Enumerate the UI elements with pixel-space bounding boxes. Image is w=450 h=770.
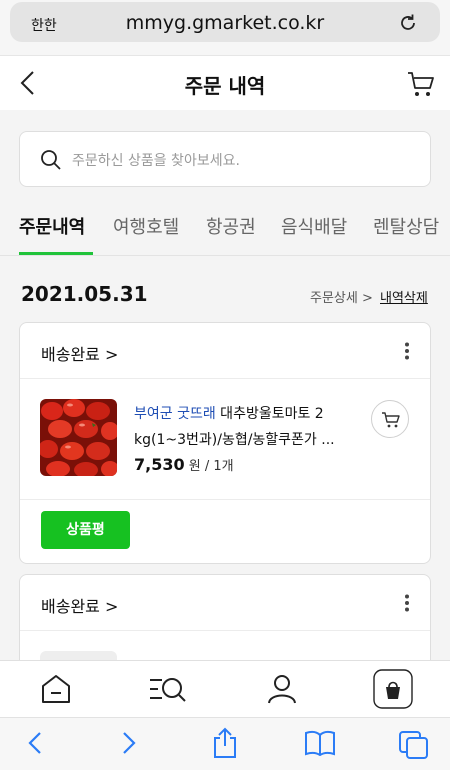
order-category-tabs: 주문내역 여행호텔 항공권 음식배달 렌탈상담 [0,205,450,255]
category-search-icon[interactable] [148,673,188,709]
tab-food-delivery[interactable]: 음식배달 [281,213,347,239]
address-field[interactable]: 한한 mmyg.gmarket.co.kr [10,2,440,42]
seller-name[interactable]: 부여군 굿뜨래 [134,406,216,422]
page-title: 주문 내역 [184,74,266,98]
order-date: 2021.05.31 [21,282,148,306]
order-item-card: 배송완료 > [19,574,431,674]
home-icon[interactable] [39,673,73,709]
search-placeholder[interactable]: 주문하신 상품을 찾아보세요. [72,150,240,170]
order-detail-link[interactable]: 주문상세 > [310,287,373,306]
browser-url-bar: 한한 mmyg.gmarket.co.kr [0,0,450,55]
add-to-cart-button[interactable] [371,400,409,438]
search-icon [40,149,62,175]
reload-icon[interactable] [398,13,418,37]
share-icon[interactable] [211,727,239,763]
order-search-box[interactable]: 주문하신 상품을 찾아보세요. [19,131,431,187]
tab-rental-consult[interactable]: 렌탈상담 [373,213,439,239]
delivery-status-link[interactable]: 배송완료 > [41,593,118,617]
card-header: 배송완료 > [20,575,430,631]
divider [0,255,450,256]
app-header: 주문 내역 [0,55,450,110]
product-name-link[interactable]: 부여군 굿뜨래 대추방울토마토 2 kg(1~3번과)/농협/농할쿠폰가 ... [134,401,358,453]
price-unit: 원 / 1개 [184,459,234,474]
browser-back-icon[interactable] [26,730,44,760]
url-text[interactable]: mmyg.gmarket.co.kr [10,12,440,34]
more-options-icon[interactable] [404,342,410,364]
card-divider [20,499,430,500]
more-options-icon[interactable] [404,594,410,616]
cart-icon[interactable] [406,69,436,103]
my-page-icon[interactable] [266,673,298,709]
browser-forward-icon[interactable] [120,730,138,760]
tab-orders[interactable]: 주문내역 [19,213,85,239]
product-price: 7,530 원 / 1개 [134,455,234,474]
product-image[interactable] [40,399,117,476]
tab-travel-hotel[interactable]: 여행호텔 [113,213,179,239]
delete-history-link[interactable]: 내역삭제 [380,287,428,306]
product-title-line1: 대추방울토마토 2 [215,406,324,422]
shopping-bag-icon[interactable] [373,669,413,713]
product-title-line2: kg(1~3번과)/농협/농할쿠폰가 ... [134,432,335,448]
write-review-button[interactable]: 상품평 [41,511,130,549]
tab-flights[interactable]: 항공권 [206,213,256,239]
card-header: 배송완료 > [20,323,430,379]
app-bottom-nav [0,660,450,717]
tabs-icon[interactable] [398,730,430,764]
delivery-status-link[interactable]: 배송완료 > [41,341,118,365]
browser-toolbar [0,717,450,770]
order-item-card: 배송완료 > 부여군 굿뜨래 대추방울토마토 2 kg(1~3번과)/농협/농할… [19,322,431,564]
price-value: 7,530 [134,455,185,474]
bookmarks-icon[interactable] [304,730,336,760]
